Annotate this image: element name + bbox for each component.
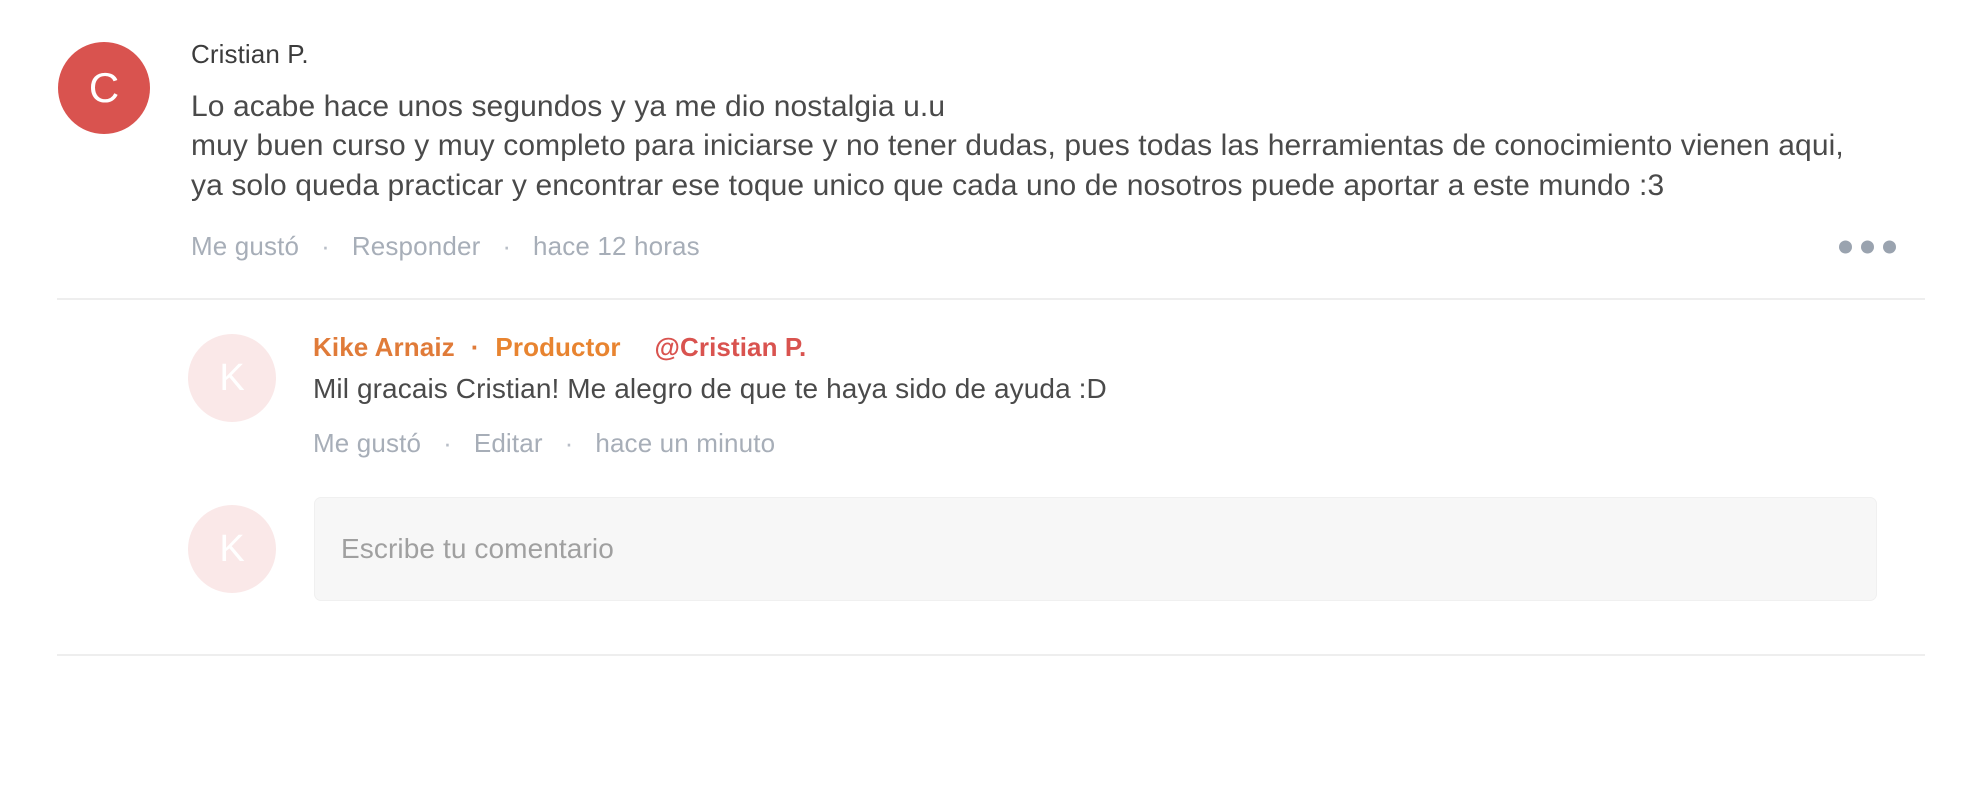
comment-input[interactable]: Escribe tu comentario [314, 497, 1877, 602]
reply-mention[interactable]: @Cristian P. [655, 332, 807, 363]
reply-item: K Kike Arnaiz · Productor @Cristian P. M… [0, 300, 1982, 459]
action-separator: · [502, 231, 512, 262]
reply-header: Kike Arnaiz · Productor @Cristian P. [313, 332, 1922, 363]
reply-timestamp: hace un minuto [595, 428, 776, 459]
comment-author-name: Cristian P. [191, 39, 309, 69]
action-separator: · [321, 231, 330, 262]
reply-separator: · [470, 332, 480, 363]
compose-avatar: K [188, 505, 276, 594]
action-separator: · [564, 428, 574, 459]
reply-author-name[interactable]: Kike Arnaiz [313, 332, 455, 363]
edit-button[interactable]: Editar [474, 428, 543, 459]
comment-thread: C Cristian P. Lo acabe hace unos segundo… [0, 0, 1982, 657]
reply-like-button[interactable]: Me gustó [313, 428, 421, 459]
dot [1861, 240, 1874, 254]
avatar-initial: C [88, 64, 120, 111]
bottom-divider [57, 654, 1925, 657]
avatar[interactable]: C [58, 42, 150, 134]
reply-content: Kike Arnaiz · Productor @Cristian P. Mil… [276, 332, 1982, 459]
comment-content: Cristian P. Lo acabe hace unos segundos … [150, 38, 1982, 262]
reply-avatar[interactable]: K [188, 334, 276, 423]
like-button[interactable]: Me gustó [191, 231, 299, 262]
compose-avatar-initial: K [219, 528, 245, 571]
reply-avatar-initial: K [219, 357, 245, 400]
action-separator: · [443, 428, 452, 459]
comment-item: C Cristian P. Lo acabe hace unos segundo… [0, 0, 1982, 262]
producer-badge: Productor [495, 332, 621, 363]
reply-button[interactable]: Responder [352, 231, 481, 262]
comment-timestamp: hace 12 horas [533, 231, 700, 262]
more-options-icon[interactable] [1835, 232, 1900, 261]
dot [1883, 240, 1896, 254]
compose-row: K Escribe tu comentario [0, 459, 1982, 602]
comments-panel: C Cristian P. Lo acabe hace unos segundo… [0, 0, 1982, 800]
reply-text: Mil gracais Cristian! Me alegro de que t… [313, 373, 1107, 405]
comment-input-placeholder: Escribe tu comentario [341, 533, 614, 565]
comment-actions: Me gustó · Responder · hace 12 horas [191, 231, 1922, 262]
reply-actions: Me gustó · Editar · hace un minuto [313, 428, 1922, 459]
comment-text: Lo acabe hace unos segundos y ya me dio … [191, 89, 1844, 202]
dot [1839, 240, 1852, 254]
